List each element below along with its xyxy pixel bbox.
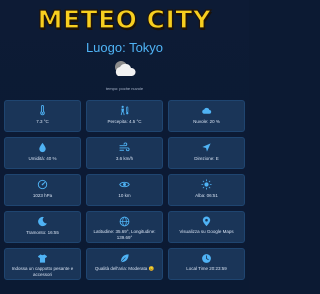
moon-icon <box>38 216 47 227</box>
air-quality-card: Qualità dell'aria: Moderata 😐 <box>86 248 163 280</box>
app-container: METEO CITY Luogo: Tokyo tempo: poche nuv… <box>0 0 249 294</box>
local-time-value: Local Time 20:23:59 <box>186 266 227 271</box>
person-thermometer-icon <box>120 105 129 116</box>
humidity-card: Umidità: 40 % <box>4 137 81 169</box>
gauge-icon <box>37 179 48 190</box>
thermometer-icon <box>40 105 45 116</box>
clouds-card: Nuvole: 20 % <box>168 100 245 132</box>
sunset-card: Tramonto: 16:55 <box>4 211 81 243</box>
coordinates-card: Latitudine: 35.69°, Longitudine: 139.69° <box>86 211 163 243</box>
coordinates-value: Latitudine: 35.69°, Longitudine: 139.69° <box>93 229 156 240</box>
clothing-advice-value: Indossa un cappotto pesante e accessori <box>11 266 74 277</box>
local-time-card: Local Time 20:23:59 <box>168 248 245 280</box>
partly-cloudy-icon <box>115 61 136 76</box>
pressure-value: 1023 hPa <box>32 193 53 198</box>
visibility-value: 10 km <box>118 193 131 198</box>
direction-arrow-icon <box>202 143 211 152</box>
wind-speed-value: 3.6 km/h <box>115 156 134 161</box>
visibility-card: 10 km <box>86 174 163 206</box>
humidity-value: Umidità: 40 % <box>28 156 57 161</box>
weather-info-grid: 7.3 °C Percepita: 4.5 °C Nuvole: 20 % Um… <box>4 100 245 280</box>
map-pin-icon <box>202 216 211 227</box>
eye-icon <box>119 181 130 188</box>
clouds-value: Nuvole: 20 % <box>193 119 220 124</box>
sunset-value: Tramonto: 16:55 <box>26 230 59 235</box>
globe-icon <box>119 216 130 227</box>
wind-direction-card: Direzione: E <box>168 137 245 169</box>
google-maps-card[interactable]: Visualizza su Google Maps <box>168 211 245 243</box>
weather-description: tempo: poche nuvole <box>105 86 144 91</box>
temperature-card: 7.3 °C <box>4 100 81 132</box>
wind-direction-value: Direzione: E <box>194 156 219 161</box>
location-label: Luogo: Tokyo <box>85 40 164 55</box>
sunrise-card: Alba: 06:51 <box>168 174 245 206</box>
cloud-icon <box>202 107 212 114</box>
sunrise-value: Alba: 06:51 <box>195 193 218 198</box>
wind-icon <box>119 142 130 152</box>
shirt-icon <box>37 254 48 263</box>
air-quality-value: Qualità dell'aria: Moderata 😐 <box>94 266 155 271</box>
clock-icon <box>202 254 211 263</box>
pressure-card: 1023 hPa <box>4 174 81 206</box>
feels-like-card: Percepita: 4.5 °C <box>86 100 163 132</box>
leaf-icon <box>120 254 129 263</box>
app-title: METEO CITY <box>37 4 212 34</box>
temperature-value: 7.3 °C <box>36 119 49 124</box>
clothing-advice-card: Indossa un cappotto pesante e accessori <box>4 248 81 280</box>
wind-speed-card: 3.6 km/h <box>86 137 163 169</box>
google-maps-link[interactable]: Visualizza su Google Maps <box>179 229 233 235</box>
feels-like-value: Percepita: 4.5 °C <box>107 119 142 124</box>
droplet-icon <box>39 142 46 153</box>
sunrise-icon <box>201 179 212 190</box>
